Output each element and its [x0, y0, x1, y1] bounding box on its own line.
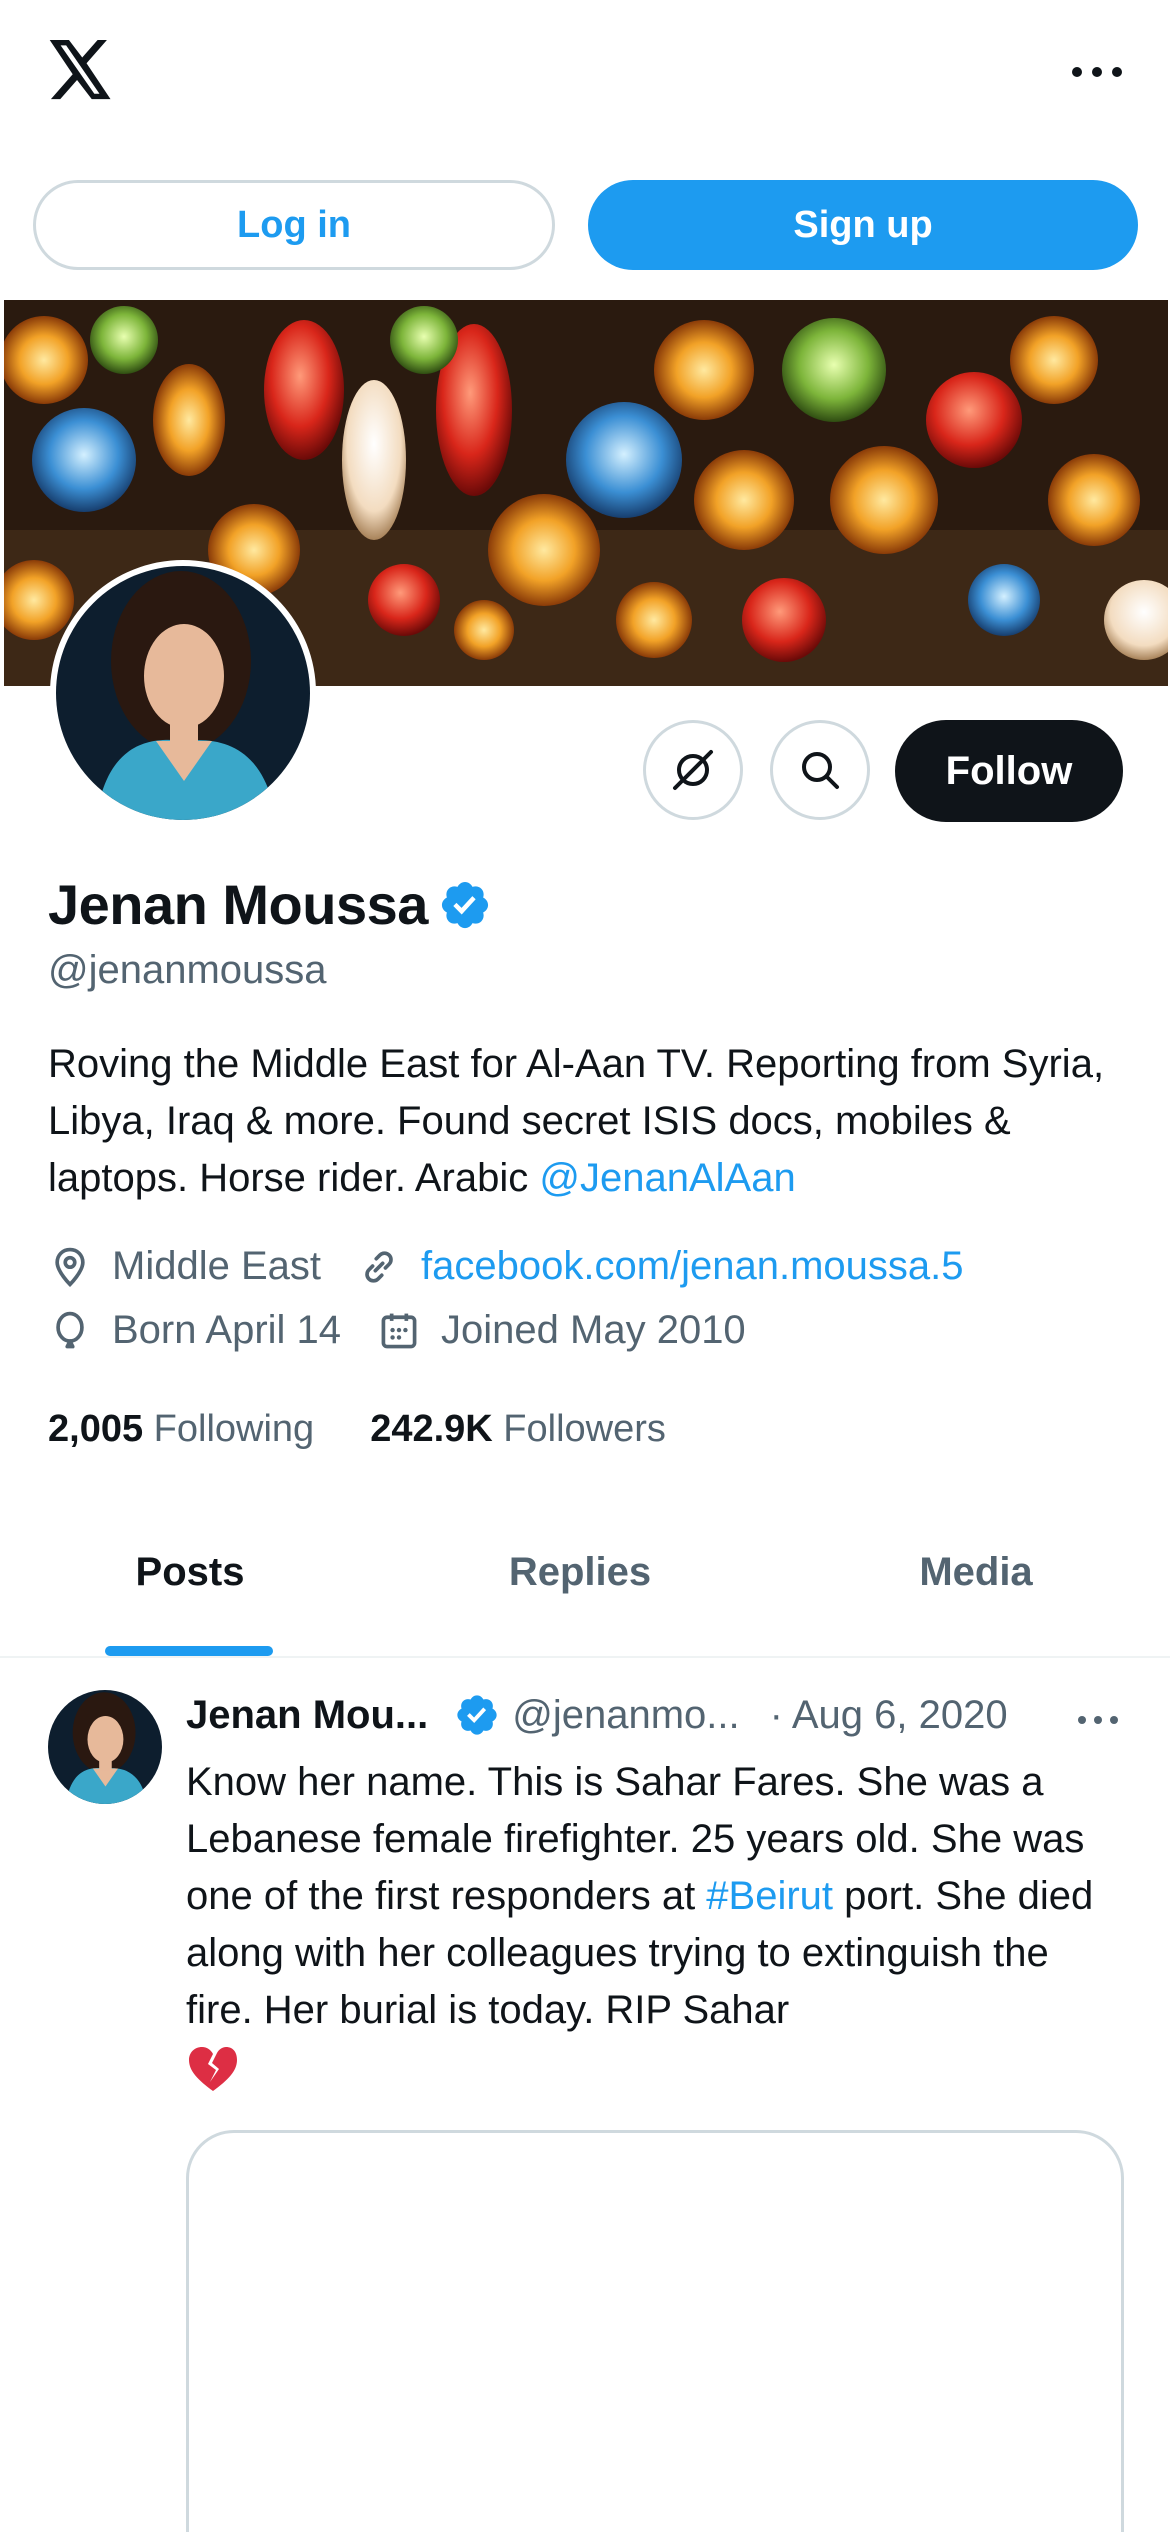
followers-count: 242.9K — [370, 1408, 493, 1450]
location-item: Middle East — [48, 1244, 321, 1289]
signup-button[interactable]: Sign up — [588, 180, 1138, 270]
website-link[interactable]: facebook.com/jenan.moussa.5 — [421, 1244, 964, 1289]
post-more-icon[interactable] — [1076, 1708, 1120, 1732]
broken-heart-icon — [189, 2047, 237, 2092]
location-pin-icon — [55, 1247, 85, 1287]
tab-replies[interactable]: Replies — [470, 1550, 690, 1595]
birthday-text: Born April 14 — [112, 1308, 342, 1352]
grok-icon — [673, 750, 713, 790]
profile-meta-row-2: Born April 14 Joined May 2010 — [48, 1308, 782, 1353]
profile-handle: @jenanmoussa — [48, 948, 327, 992]
website-item: facebook.com/jenan.moussa.5 — [357, 1244, 964, 1289]
tab-posts[interactable]: Posts — [80, 1550, 300, 1595]
profile-avatar[interactable] — [50, 560, 316, 826]
birthday-item: Born April 14 — [48, 1308, 341, 1353]
post-author-name[interactable]: Jenan Mou... — [186, 1693, 428, 1738]
profile-meta-row: Middle East facebook.com/jenan.moussa.5 — [48, 1244, 1000, 1289]
date-separator: · — [769, 1692, 783, 1737]
bio-mention-link[interactable]: @JenanAlAan — [539, 1156, 795, 1200]
following-count: 2,005 — [48, 1408, 144, 1450]
date-text: Aug 6, 2020 — [791, 1692, 1008, 1737]
post-author-avatar[interactable] — [48, 1690, 162, 1804]
location-text: Middle East — [112, 1244, 321, 1288]
post-header: Jenan Mou... @jenanmo... · Aug 6, 2020 — [186, 1692, 1146, 1738]
login-button[interactable]: Log in — [33, 180, 555, 270]
tab-media[interactable]: Media — [866, 1550, 1086, 1595]
profile-display-name: Jenan Moussa — [48, 872, 492, 937]
verified-badge-icon[interactable] — [438, 878, 492, 932]
display-name-text: Jenan Moussa — [48, 873, 428, 936]
link-icon — [365, 1250, 393, 1283]
profile-tabs: Posts Replies Media — [0, 1530, 1170, 1658]
active-tab-indicator — [105, 1646, 273, 1656]
followers-stat[interactable]: 242.9K Followers — [370, 1408, 666, 1451]
post-date[interactable]: · Aug 6, 2020 — [770, 1693, 1008, 1738]
balloon-icon — [56, 1311, 84, 1348]
profile-stats: 2,005 Following 242.9K Followers — [48, 1408, 722, 1451]
grok-button[interactable] — [643, 720, 743, 820]
profile-bio: Roving the Middle East for Al-Aan TV. Re… — [48, 1036, 1128, 1207]
calendar-icon — [381, 1313, 417, 1348]
post-media-card[interactable] — [186, 2130, 1124, 2532]
joined-text: Joined May 2010 — [441, 1308, 746, 1352]
follow-button[interactable]: Follow — [895, 720, 1123, 822]
search-profile-button[interactable] — [770, 720, 870, 820]
following-stat[interactable]: 2,005 Following — [48, 1408, 314, 1451]
hashtag-link[interactable]: #Beirut — [706, 1874, 833, 1918]
post-text: Know her name. This is Sahar Fares. She … — [186, 1754, 1126, 2096]
following-label: Following — [153, 1408, 315, 1450]
post-author-handle[interactable]: @jenanmo... — [512, 1693, 739, 1738]
search-icon — [802, 752, 839, 789]
followers-label: Followers — [503, 1408, 666, 1450]
verified-badge-icon — [457, 1695, 497, 1735]
more-options-icon[interactable] — [1062, 52, 1132, 92]
joined-item: Joined May 2010 — [377, 1308, 746, 1353]
top-bar — [0, 0, 1170, 150]
x-logo-icon[interactable] — [46, 40, 114, 102]
